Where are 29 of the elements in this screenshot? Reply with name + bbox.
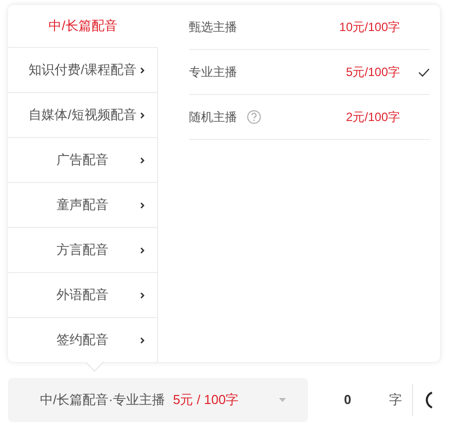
selected-price: 5元 / 100字 (172, 391, 239, 410)
anchor-name: 随机主播 (189, 109, 237, 126)
anchor-name: 甄选主播 (189, 19, 237, 36)
anchor-price: 2元/100字 (346, 109, 400, 126)
chevron-right-icon (140, 337, 145, 344)
anchor-price: 5元/100字 (346, 64, 400, 81)
character-count: 0 (344, 391, 352, 410)
category-tab[interactable]: 外语配音 (8, 272, 158, 317)
chevron-right-icon (140, 67, 145, 74)
chevron-right-icon (140, 292, 145, 299)
category-tab[interactable]: 自媒体/短视频配音 (8, 92, 158, 137)
anchor-option[interactable]: 专业主播 5元/100字 (189, 50, 430, 95)
category-tab[interactable]: 童声配音 (8, 182, 158, 227)
chevron-right-icon (140, 247, 145, 254)
price-selector[interactable]: 中/长篇配音·专业主播 5元 / 100字 (8, 378, 308, 422)
anchor-option[interactable]: 随机主播 2元/100字 (189, 95, 430, 140)
anchor-name: 专业主播 (189, 64, 237, 81)
caret-icon (279, 398, 286, 402)
category-tab[interactable]: 中/长篇配音 (8, 5, 158, 47)
count-unit: 字 (389, 391, 402, 410)
selected-option: 中/长篇配音·专业主播 (40, 390, 165, 410)
chevron-right-icon (140, 202, 145, 209)
chevron-right-icon (140, 112, 145, 119)
anchor-price: 10元/100字 (339, 19, 400, 36)
category-tab[interactable]: 知识付费/课程配音 (8, 47, 158, 92)
category-tab[interactable]: 广告配音 (8, 137, 158, 182)
anchor-option[interactable]: 甄选主播 10元/100字 (189, 5, 430, 50)
chevron-right-icon (140, 157, 145, 164)
category-tab[interactable]: 方言配音 (8, 227, 158, 272)
